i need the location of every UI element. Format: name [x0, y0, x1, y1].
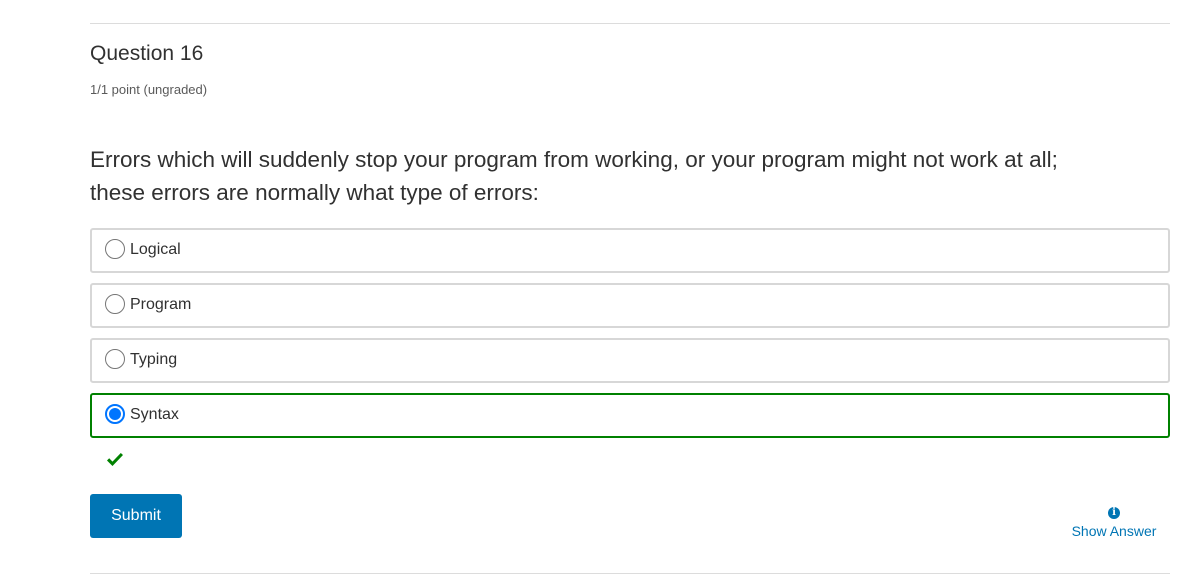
prompt-line-1: Errors which will suddenly stop your pro…	[90, 147, 1058, 172]
choice-label: Logical	[130, 241, 181, 258]
submit-button[interactable]: Submit	[90, 494, 182, 538]
top-divider	[90, 23, 1170, 24]
choice-logical[interactable]: Logical	[90, 228, 1170, 273]
choice-label: Program	[130, 296, 192, 313]
choice-typing[interactable]: Typing	[90, 338, 1170, 383]
question-points: 1/1 point (ungraded)	[90, 82, 208, 97]
question-prompt: Errors which will suddenly stop your pro…	[90, 143, 1170, 209]
radio-button-logical[interactable]	[105, 239, 125, 259]
prompt-line-2: these errors are normally what type of e…	[90, 180, 539, 205]
choice-program[interactable]: Program	[90, 283, 1170, 328]
radio-button-syntax[interactable]	[105, 404, 125, 424]
checkmark-icon	[107, 453, 123, 466]
choice-label: Typing	[130, 351, 178, 368]
radio-button-program[interactable]	[105, 294, 125, 314]
question-title: Question 16	[90, 42, 204, 65]
choice-syntax[interactable]: Syntax	[90, 393, 1170, 438]
choice-label: Syntax	[130, 406, 179, 423]
info-icon: i	[1108, 507, 1120, 519]
radio-button-typing[interactable]	[105, 349, 125, 369]
show-answer-label: Show Answer	[1071, 523, 1157, 539]
show-answer-button[interactable]: i Show Answer	[1066, 507, 1162, 539]
bottom-divider	[90, 573, 1170, 574]
